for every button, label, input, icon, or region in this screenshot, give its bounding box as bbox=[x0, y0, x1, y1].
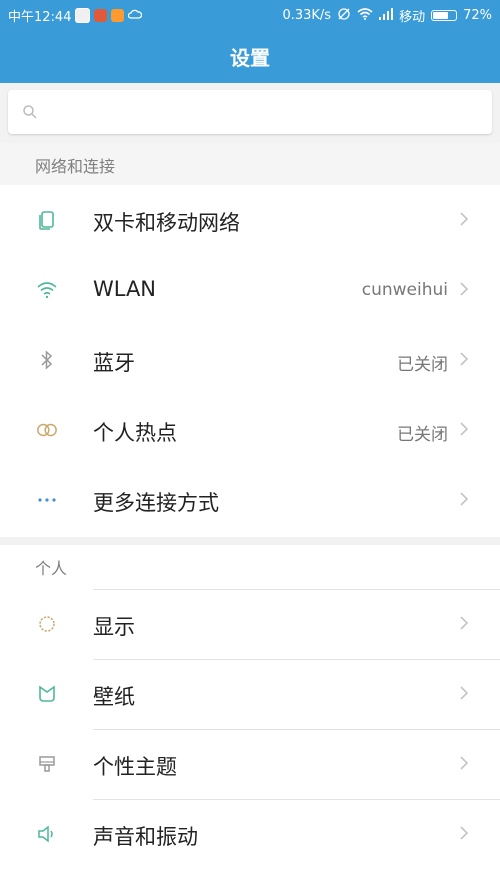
battery-icon bbox=[431, 10, 458, 21]
more-icon bbox=[36, 489, 58, 511]
settings-item-value: cunweihui bbox=[361, 280, 448, 300]
section-gap bbox=[0, 537, 500, 545]
chevron-right-icon bbox=[454, 279, 474, 299]
cloud-icon bbox=[128, 8, 143, 23]
settings-item-theme[interactable]: 个性主题 bbox=[0, 729, 500, 799]
app-notification-icon bbox=[111, 9, 125, 22]
settings-item-wallpaper[interactable]: 壁纸 bbox=[0, 659, 500, 729]
hotspot-icon bbox=[36, 419, 58, 441]
chevron-right-icon bbox=[454, 489, 474, 509]
wifi-icon bbox=[36, 279, 58, 301]
title-bar: 设置 bbox=[0, 28, 500, 83]
settings-item-hotspot[interactable]: 个人热点 已关闭 bbox=[0, 395, 500, 465]
chevron-right-icon bbox=[454, 613, 474, 633]
section-title: 个人 bbox=[35, 559, 68, 578]
page-title: 设置 bbox=[230, 46, 270, 70]
chevron-right-icon bbox=[454, 419, 474, 439]
chevron-right-icon bbox=[454, 349, 474, 369]
chevron-right-icon bbox=[454, 209, 474, 229]
personal-settings-list: 显示 壁纸 个性主题 声音和振动 bbox=[0, 589, 500, 889]
status-bar: 中午12:44 0.33K/s 移动 72% bbox=[0, 0, 500, 28]
network-speed: 0.33K/s bbox=[282, 8, 332, 23]
settings-item-more-connections[interactable]: 更多连接方式 bbox=[0, 465, 500, 535]
settings-item-label: 壁纸 bbox=[93, 685, 135, 709]
app-notification-icon bbox=[75, 8, 91, 23]
wallpaper-icon bbox=[36, 683, 58, 705]
battery-percent: 72% bbox=[463, 8, 492, 23]
settings-item-dual-sim[interactable]: 双卡和移动网络 bbox=[0, 185, 500, 255]
sim-card-icon bbox=[36, 209, 58, 231]
section-header-personal: 个人 bbox=[0, 545, 500, 589]
network-settings-list: 双卡和移动网络 WLAN cunweihui 蓝牙 已关闭 个人热点 已关闭 更… bbox=[0, 185, 500, 537]
carrier-name: 移动 bbox=[399, 10, 426, 25]
theme-icon bbox=[36, 753, 58, 775]
signal-icon bbox=[379, 7, 394, 24]
display-icon bbox=[36, 613, 58, 635]
settings-item-label: 声音和振动 bbox=[93, 825, 198, 849]
section-header-network: 网络和连接 bbox=[0, 143, 500, 185]
settings-item-bluetooth[interactable]: 蓝牙 已关闭 bbox=[0, 325, 500, 395]
settings-item-label: 显示 bbox=[93, 615, 135, 639]
settings-item-value: 已关闭 bbox=[397, 425, 448, 445]
search-box[interactable] bbox=[8, 90, 492, 136]
section-title: 网络和连接 bbox=[35, 157, 116, 176]
settings-item-label: WLAN bbox=[93, 277, 157, 301]
settings-item-value: 已关闭 bbox=[397, 355, 448, 375]
settings-item-display[interactable]: 显示 bbox=[0, 589, 500, 659]
settings-item-label: 个性主题 bbox=[93, 755, 177, 779]
search-icon bbox=[22, 104, 38, 124]
search-input[interactable] bbox=[48, 90, 482, 136]
bluetooth-icon bbox=[36, 349, 58, 371]
sound-icon bbox=[36, 823, 58, 845]
settings-item-label: 个人热点 bbox=[93, 421, 177, 445]
settings-item-wlan[interactable]: WLAN cunweihui bbox=[0, 255, 500, 325]
wifi-status-icon bbox=[357, 7, 373, 24]
chevron-right-icon bbox=[454, 683, 474, 703]
app-notification-icon bbox=[94, 9, 108, 22]
search-area bbox=[0, 83, 500, 143]
settings-item-label: 蓝牙 bbox=[93, 351, 135, 375]
settings-item-label: 双卡和移动网络 bbox=[93, 211, 240, 235]
chevron-right-icon bbox=[454, 823, 474, 843]
status-time: 中午12:44 bbox=[8, 10, 72, 25]
alarm-off-icon bbox=[337, 7, 351, 25]
chevron-right-icon bbox=[454, 753, 474, 773]
settings-item-sound[interactable]: 声音和振动 bbox=[0, 799, 500, 869]
settings-item-label: 更多连接方式 bbox=[93, 491, 219, 515]
